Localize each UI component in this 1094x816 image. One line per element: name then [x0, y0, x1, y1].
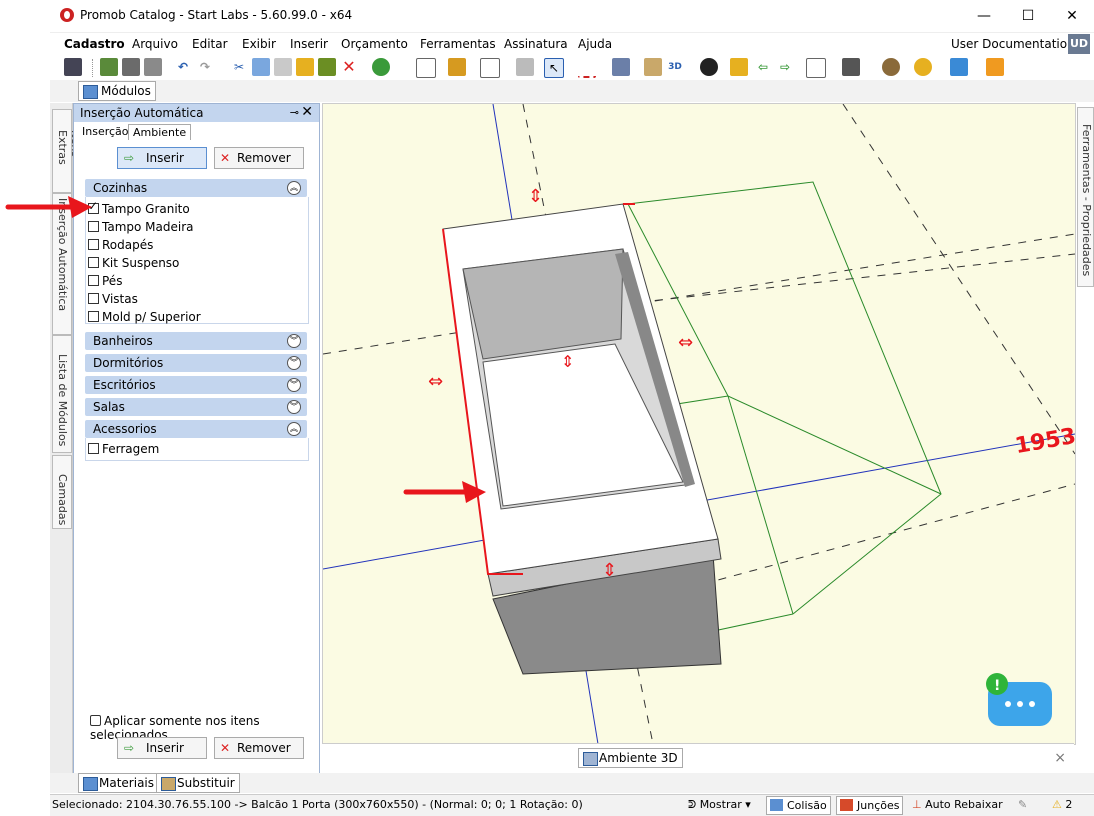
annotation-arrowhead	[462, 481, 486, 503]
frame-icon[interactable]	[806, 58, 826, 78]
annotation-overlay	[5, 196, 486, 503]
3d-view-icon[interactable]: 3D	[666, 58, 684, 76]
bottom-tab-bar: Materiais Substituir	[50, 773, 1094, 793]
dimension-label[interactable]: 1953	[1013, 424, 1075, 459]
menu-assinatura[interactable]: Assinatura	[504, 37, 568, 51]
show-dropdown[interactable]: ᕲ Mostrar ▾	[688, 798, 751, 812]
arrow-right-icon[interactable]: ⇨	[776, 58, 794, 76]
cube-icon[interactable]	[842, 58, 860, 76]
brush-icon[interactable]: ✎	[1018, 798, 1027, 811]
right-side-strip: Ferramentas - Propriedades	[1076, 103, 1094, 773]
joints-label: Junções	[857, 799, 900, 812]
resize-handle-bottom[interactable]: ⇕	[602, 560, 617, 581]
ambiente-3d-icon	[583, 752, 598, 766]
joints-icon	[840, 799, 853, 811]
guide-line	[622, 253, 1075, 305]
user-documentation-label[interactable]: User Documentation	[951, 37, 1075, 51]
box-icon[interactable]	[730, 58, 748, 76]
measure-icon[interactable]	[578, 58, 596, 78]
chat-dot	[1005, 701, 1011, 707]
annotation-arrowhead	[68, 196, 92, 218]
warning-count: 2	[1065, 798, 1073, 811]
notification-mark: !	[994, 678, 1000, 694]
layers-icon[interactable]	[612, 58, 630, 76]
materiais-label: Materiais	[99, 776, 155, 790]
chat-icon[interactable]	[950, 58, 968, 76]
close-view-icon[interactable]: ×	[1054, 750, 1066, 766]
show-label: Mostrar	[699, 798, 742, 811]
materials-icon	[83, 777, 98, 791]
selection-status: Selecionado: 2104.30.76.55.100 -> Balcão…	[52, 798, 583, 811]
warning-icon: ⚠	[1052, 798, 1062, 811]
materiais-tab[interactable]: Materiais	[78, 773, 160, 793]
substitute-icon	[161, 777, 176, 791]
bottom-remove-label: Remover	[237, 741, 291, 755]
viewport-tab-bar: Ambiente 3D ×	[322, 743, 1074, 774]
door-icon[interactable]	[644, 58, 662, 76]
teapot-icon[interactable]	[882, 58, 900, 76]
auto-lower-toggle[interactable]: ⊥ Auto Rebaixar	[912, 798, 1003, 811]
bottom-insert-button[interactable]: ⇨ Inserir	[117, 737, 207, 759]
substituir-label: Substituir	[177, 776, 235, 790]
light-icon[interactable]	[914, 58, 932, 76]
auto-lower-icon: ⊥	[912, 798, 926, 811]
substituir-tab[interactable]: Substituir	[156, 773, 240, 793]
joints-toggle[interactable]: Junções	[836, 796, 904, 815]
bottom-insert-label: Inserir	[146, 741, 184, 755]
collision-toggle[interactable]: Colisão	[766, 796, 831, 815]
minimize-button[interactable]: —	[962, 4, 1006, 28]
ambiente-3d-label: Ambiente 3D	[599, 751, 678, 765]
resize-handle-top[interactable]: ⇕	[528, 186, 543, 207]
user-icon[interactable]	[986, 58, 1004, 76]
eye-icon[interactable]	[700, 58, 718, 76]
chat-dot	[1029, 701, 1035, 707]
arrow-left-icon[interactable]: ⇦	[754, 58, 772, 76]
maximize-button[interactable]: ☐	[1006, 4, 1050, 28]
menu-ajuda[interactable]: Ajuda	[578, 37, 612, 51]
collision-icon	[770, 799, 783, 811]
warnings-indicator[interactable]: ⚠ 2	[1052, 798, 1072, 811]
resize-handle-right[interactable]: ⇔	[678, 332, 693, 353]
collision-label: Colisão	[787, 799, 827, 812]
remove-icon: ✕	[220, 741, 231, 755]
show-icon: ᕲ	[688, 798, 700, 811]
auto-lower-label: Auto Rebaixar	[925, 798, 1003, 811]
close-button[interactable]: ✕	[1050, 4, 1094, 28]
ambiente-3d-tab[interactable]: Ambiente 3D	[578, 748, 683, 768]
status-bar: Selecionado: 2104.30.76.55.100 -> Balcão…	[50, 794, 1094, 816]
side-tab-label: Ferramentas - Propriedades	[1080, 124, 1093, 277]
resize-handle-middle[interactable]: ⇕	[561, 352, 574, 371]
insert-icon: ⇨	[124, 741, 135, 755]
disabled-tool-icon[interactable]	[516, 58, 534, 76]
select-cursor-icon[interactable]: ↖	[544, 58, 564, 78]
user-avatar[interactable]: UD	[1068, 34, 1090, 54]
side-tab-ferramentas[interactable]: Ferramentas - Propriedades	[1077, 107, 1094, 287]
chat-dot	[1017, 701, 1023, 707]
bottom-remove-button[interactable]: ✕ Remover	[214, 737, 304, 759]
guide-line	[842, 104, 1075, 455]
